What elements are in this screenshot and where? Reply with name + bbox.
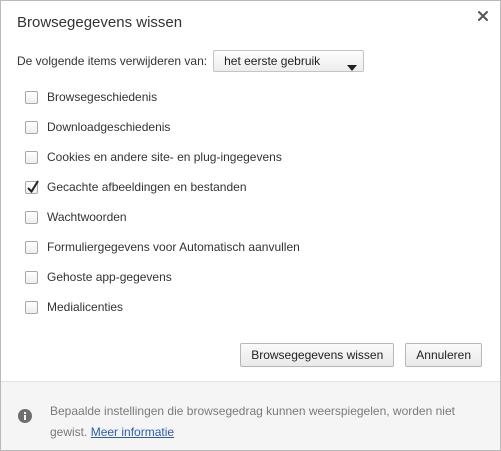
chevron-down-icon [347, 58, 358, 78]
info-icon [18, 409, 32, 426]
close-icon[interactable] [476, 9, 490, 23]
dialog-buttons: Browsegegevens wissen Annuleren [229, 343, 482, 367]
data-type-list: Browsegeschiedenis Downloadgeschiedenis … [25, 82, 300, 322]
dialog-title: Browsegegevens wissen [17, 14, 183, 31]
checkbox-passwords[interactable] [25, 210, 38, 224]
list-item-browsing-history[interactable]: Browsegeschiedenis [25, 82, 300, 112]
item-label: Downloadgeschiedenis [47, 120, 171, 134]
time-range-label: De volgende items verwijderen van: [17, 54, 208, 68]
checkbox-cookies[interactable] [25, 150, 38, 164]
item-label: Gecachte afbeeldingen en bestanden [47, 180, 247, 194]
item-label: Cookies en andere site- en plug-ingegeve… [47, 150, 282, 164]
list-item-cached-images[interactable]: Gecachte afbeeldingen en bestanden [25, 172, 300, 202]
item-label: Gehoste app-gegevens [47, 270, 172, 284]
time-range-selected-value: het eerste gebruik [224, 54, 321, 68]
item-label: Browsegeschiedenis [47, 90, 158, 104]
cancel-button[interactable]: Annuleren [405, 343, 482, 367]
list-item-hosted-app-data[interactable]: Gehoste app-gegevens [25, 262, 300, 292]
list-item-passwords[interactable]: Wachtwoorden [25, 202, 300, 232]
time-range-select[interactable]: het eerste gebruik [213, 50, 365, 72]
checkbox-browsing-history[interactable] [25, 90, 38, 104]
item-label: Wachtwoorden [47, 210, 127, 224]
checkbox-autofill[interactable] [25, 240, 38, 254]
list-item-download-history[interactable]: Downloadgeschiedenis [25, 112, 300, 142]
time-range-row: De volgende items verwijderen van: het e… [17, 50, 365, 72]
checkmark-icon [27, 179, 39, 193]
clear-browsing-data-button[interactable]: Browsegegevens wissen [240, 343, 395, 367]
more-info-link[interactable]: Meer informatie [91, 425, 174, 439]
info-text-block: Bepaalde instellingen die browsegedrag k… [50, 401, 470, 443]
clear-browsing-data-dialog: Browsegegevens wissen De volgende items … [0, 0, 501, 451]
checkbox-media-licenses[interactable] [25, 300, 38, 314]
checkbox-download-history[interactable] [25, 120, 38, 134]
list-item-media-licenses[interactable]: Medialicenties [25, 292, 300, 322]
list-item-cookies[interactable]: Cookies en andere site- en plug-ingegeve… [25, 142, 300, 172]
info-footer: Bepaalde instellingen die browsegedrag k… [1, 381, 500, 450]
list-item-autofill[interactable]: Formuliergegevens voor Automatisch aanvu… [25, 232, 300, 262]
checkbox-cached-images[interactable] [25, 179, 39, 194]
item-label: Formuliergegevens voor Automatisch aanvu… [47, 240, 300, 254]
checkbox-hosted-app-data[interactable] [25, 270, 38, 284]
item-label: Medialicenties [47, 300, 124, 314]
